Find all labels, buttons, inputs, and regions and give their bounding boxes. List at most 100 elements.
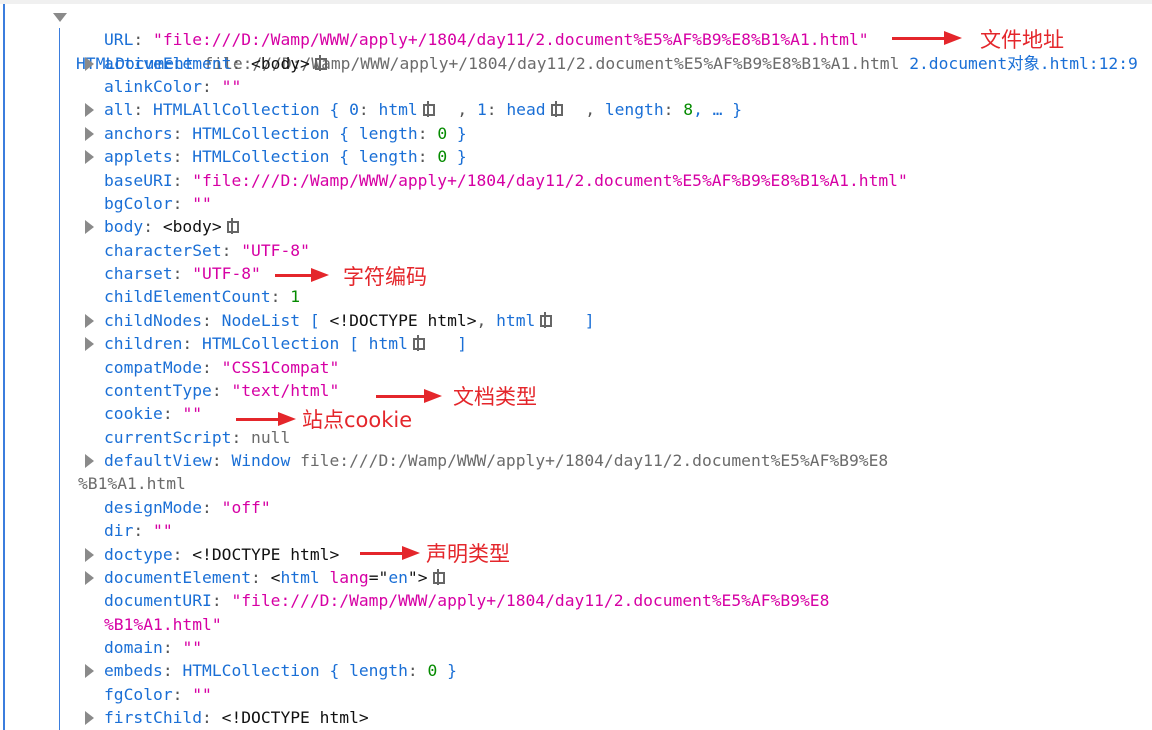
token: cookie — [104, 404, 163, 424]
select-node-icon[interactable] — [420, 101, 436, 118]
token: : — [162, 404, 183, 424]
select-node-icon[interactable] — [537, 311, 553, 328]
property-text: childNodes: NodeList [ <!DOCTYPE html>, … — [104, 309, 595, 332]
collapsed-triangle-icon[interactable] — [85, 454, 94, 469]
annotation-url: 文件地址 — [980, 28, 1064, 52]
collapsed-triangle-icon[interactable] — [85, 220, 94, 235]
token: defaultView — [104, 451, 212, 471]
token: 0 — [437, 147, 448, 167]
select-node-icon[interactable] — [224, 218, 240, 235]
token: : — [417, 123, 438, 143]
token: 2.document对象.html:12:9 — [909, 53, 1138, 73]
token: : — [417, 147, 438, 167]
token: { — [319, 100, 350, 120]
token: 1 — [476, 100, 487, 120]
token: baseURI — [104, 170, 173, 190]
token: documentURI — [104, 591, 212, 611]
token: : — [202, 708, 222, 728]
token: : — [172, 170, 193, 190]
token: %B1%A1.html — [78, 474, 186, 494]
token: "" — [182, 404, 203, 424]
property-text: URL: "file:///D:/Wamp/WWW/apply+/1804/da… — [104, 28, 869, 51]
select-node-icon[interactable] — [410, 335, 426, 352]
expanded-triangle-icon[interactable] — [53, 13, 67, 22]
token: html — [496, 310, 536, 330]
collapsed-triangle-icon[interactable] — [85, 664, 94, 679]
token: HTMLCollection { — [192, 123, 359, 143]
token: : — [143, 217, 163, 237]
token: URL — [104, 30, 134, 50]
token: "" — [153, 521, 173, 541]
token: : — [211, 591, 232, 611]
token: : — [133, 521, 154, 541]
property-text: fgColor: "" — [104, 683, 212, 706]
token: < — [270, 567, 281, 587]
property-text: anchors: HTMLCollection { length: 0 } — [104, 122, 467, 145]
token: : — [486, 100, 507, 120]
token: : — [211, 451, 232, 471]
token: NodeList [ — [221, 310, 330, 330]
token: <!DOCTYPE html> — [221, 708, 369, 728]
token: ] — [427, 334, 468, 354]
property-text: defaultView: Window file:///D:/Wamp/WWW/… — [104, 449, 888, 472]
token: : — [202, 310, 222, 330]
property-text: contentType: "text/html" — [104, 379, 339, 402]
token: "" — [192, 193, 212, 213]
property-text: domain: "" — [104, 636, 202, 659]
token: characterSet — [104, 240, 222, 260]
token: childElementCount — [104, 287, 271, 307]
token: length — [358, 147, 418, 167]
collapsed-triangle-icon[interactable] — [85, 150, 94, 165]
token: 8 — [683, 100, 694, 120]
token: html — [368, 334, 408, 354]
arrow-icon — [360, 546, 420, 560]
token: "CSS1Compat" — [221, 357, 340, 377]
token: domain — [104, 637, 163, 657]
token: 0 — [427, 661, 438, 681]
token: : — [172, 684, 193, 704]
select-node-icon[interactable] — [548, 101, 564, 118]
token: : — [211, 380, 232, 400]
token: contentType — [104, 380, 212, 400]
token: : — [172, 147, 193, 167]
collapsed-triangle-icon[interactable] — [85, 570, 94, 585]
property-text: documentElement: <html lang="en"> — [104, 566, 448, 589]
select-node-icon[interactable] — [312, 54, 328, 71]
token: , — [565, 100, 605, 120]
token: bgColor — [104, 193, 173, 213]
token: anchors — [104, 123, 173, 143]
token: : — [182, 334, 203, 354]
token: "" — [221, 77, 242, 97]
token: <body> — [251, 53, 310, 73]
collapsed-triangle-icon[interactable] — [85, 711, 94, 726]
token: : — [407, 661, 428, 681]
collapsed-triangle-icon[interactable] — [85, 547, 94, 562]
property-text: children: HTMLCollection [ html ] — [104, 332, 467, 355]
token: "file:///D:/Wamp/WWW/apply+/1804/day11/2… — [231, 591, 830, 611]
token: activeElement — [104, 53, 232, 73]
property-text: baseURI: "file:///D:/Wamp/WWW/apply+/180… — [104, 169, 908, 192]
property-text: childElementCount: 1 — [104, 285, 300, 308]
property-text: doctype: <!DOCTYPE html> — [104, 543, 339, 566]
token: : — [231, 53, 252, 73]
token: lang — [329, 567, 369, 587]
token: "UTF-8" — [241, 240, 310, 260]
token: : — [172, 544, 193, 564]
arrow-icon — [275, 268, 329, 282]
annotation-cookie: 站点cookie — [302, 408, 413, 432]
collapsed-triangle-icon[interactable] — [85, 103, 94, 118]
token: HTMLAllCollection — [153, 100, 320, 120]
token: =" — [368, 567, 389, 587]
token: : — [663, 100, 684, 120]
token: "off" — [221, 497, 271, 517]
collapsed-triangle-icon[interactable] — [85, 126, 94, 141]
tree-root-htmldocument[interactable]: HTMLDocument file:///D:/Wamp/WWW/apply+/… — [0, 5, 1138, 73]
collapsed-triangle-icon[interactable] — [85, 313, 94, 328]
collapsed-triangle-icon[interactable] — [85, 56, 94, 71]
property-text: currentScript: null — [104, 426, 290, 449]
collapsed-triangle-icon[interactable] — [85, 337, 94, 352]
token: charset — [104, 264, 173, 284]
token: "file:///D:/Wamp/WWW/apply+/1804/day11/2… — [153, 30, 869, 50]
select-node-icon[interactable] — [430, 568, 446, 585]
token: 1 — [290, 287, 301, 307]
